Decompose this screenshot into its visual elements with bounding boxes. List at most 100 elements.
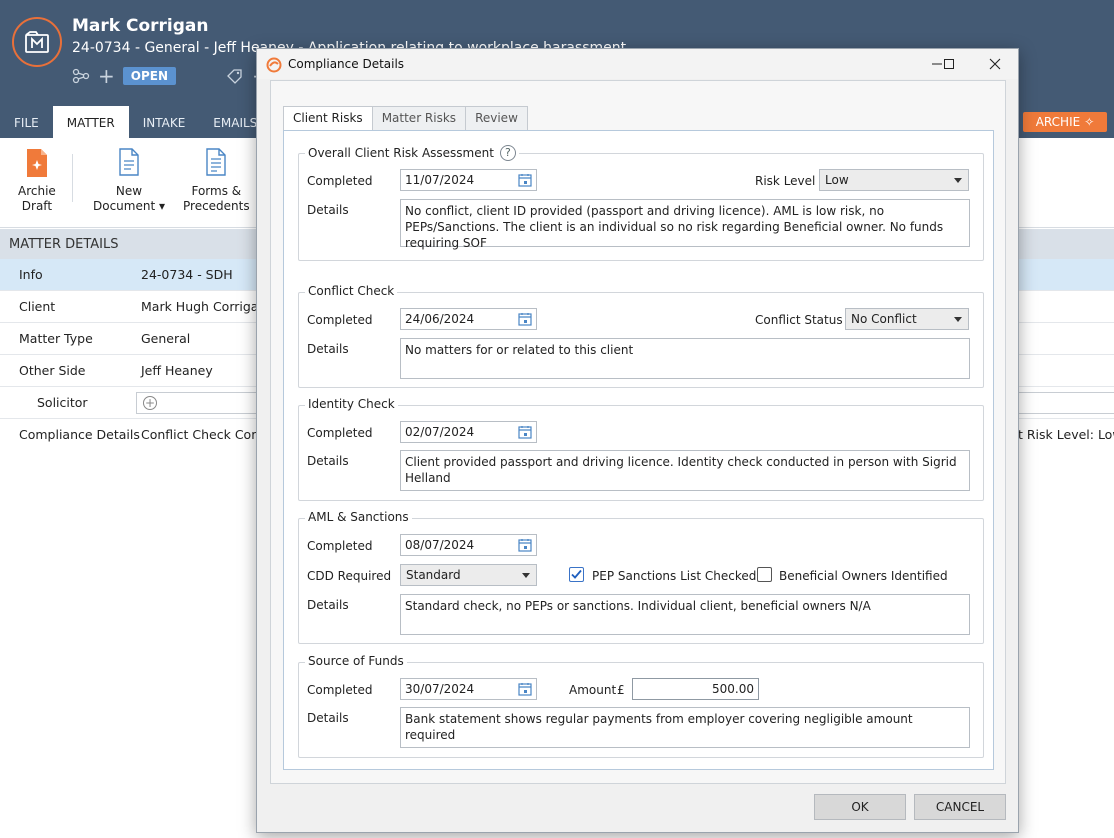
amount-input[interactable]: 500.00 bbox=[632, 678, 759, 700]
conflict-status-select[interactable]: No Conflict bbox=[845, 308, 969, 330]
overall-completed-date[interactable]: 11/07/2024 bbox=[400, 169, 537, 191]
details-label: Details bbox=[307, 711, 349, 725]
solicitor-input-right bbox=[1018, 392, 1114, 414]
client-risks-panel: Overall Client Risk Assessment ? Complet… bbox=[283, 130, 994, 770]
source-of-funds-group: Source of Funds Completed 30/07/2024 Amo… bbox=[298, 654, 984, 758]
archie-draft-label-2: Draft bbox=[21, 199, 53, 213]
tab-client-risks[interactable]: Client Risks bbox=[283, 106, 373, 132]
detail-value: Jeff Heaney bbox=[141, 363, 213, 378]
new-document-icon bbox=[119, 148, 139, 176]
dialog-title: Compliance Details bbox=[288, 57, 405, 71]
cancel-button[interactable]: CANCEL bbox=[914, 794, 1006, 820]
cdd-required-value: Standard bbox=[406, 568, 461, 582]
overall-risk-title: Overall Client Risk Assessment bbox=[308, 146, 494, 160]
new-document-button[interactable]: New Document ▾ bbox=[93, 148, 165, 214]
amount-label: Amount bbox=[569, 683, 617, 697]
ok-button[interactable]: OK bbox=[814, 794, 906, 820]
archie-draft-button[interactable]: Archie Draft bbox=[18, 148, 56, 214]
tab-matter[interactable]: MATTER bbox=[52, 106, 129, 138]
forms-precedents-button[interactable]: Forms & Precedents bbox=[183, 148, 250, 214]
pep-sanctions-label: PEP Sanctions List Checked bbox=[592, 569, 757, 583]
identity-completed-date[interactable]: 02/07/2024 bbox=[400, 421, 537, 443]
conflict-completed-date[interactable]: 24/06/2024 bbox=[400, 308, 537, 330]
close-icon[interactable] bbox=[984, 53, 1006, 75]
identity-details-textarea[interactable]: Client provided passport and driving lic… bbox=[400, 450, 970, 491]
sof-details-textarea[interactable]: Bank statement shows regular payments fr… bbox=[400, 707, 970, 748]
detail-label: Matter Type bbox=[19, 331, 93, 346]
archie-draft-label-1: Archie bbox=[18, 184, 56, 198]
tab-matter-risks[interactable]: Matter Risks bbox=[371, 106, 467, 130]
checkmark-icon bbox=[571, 569, 582, 579]
calendar-icon[interactable] bbox=[518, 538, 532, 552]
details-label: Details bbox=[307, 454, 349, 468]
chevron-down-icon bbox=[954, 317, 962, 322]
add-solicitor-icon[interactable]: + bbox=[143, 396, 157, 410]
tab-review[interactable]: Review bbox=[465, 106, 528, 130]
detail-value: 24-0734 - SDH bbox=[141, 267, 233, 282]
conflict-check-group: Conflict Check Completed 24/06/2024 Conf… bbox=[298, 284, 984, 388]
link-icon[interactable] bbox=[72, 68, 90, 84]
detail-label: Other Side bbox=[19, 363, 86, 378]
tag-icon[interactable] bbox=[226, 68, 244, 84]
date-value: 08/07/2024 bbox=[405, 538, 475, 552]
details-label: Details bbox=[307, 342, 349, 356]
archie-button-label: ARCHIE bbox=[1035, 115, 1081, 129]
forms-precedents-label-2: Precedents bbox=[183, 199, 250, 213]
detail-value: Mark Hugh Corrigan bbox=[141, 299, 267, 314]
overall-risk-group: Overall Client Risk Assessment ? Complet… bbox=[298, 145, 984, 261]
help-icon[interactable]: ? bbox=[499, 145, 516, 161]
status-badge: OPEN bbox=[122, 67, 177, 85]
detail-label: Info bbox=[19, 267, 43, 282]
tab-file[interactable]: FILE bbox=[0, 106, 53, 138]
new-document-label-1: New bbox=[115, 184, 143, 198]
source-of-funds-title: Source of Funds bbox=[305, 654, 407, 668]
detail-label: Compliance Details bbox=[19, 427, 140, 442]
details-label: Details bbox=[307, 598, 349, 612]
beneficial-owners-checkbox[interactable] bbox=[757, 567, 772, 582]
compliance-dialog: Compliance Details Client Risks Matter R… bbox=[256, 48, 1019, 833]
add-link-icon[interactable]: + bbox=[98, 66, 115, 86]
risk-level-select[interactable]: Low bbox=[819, 169, 969, 191]
archie-button[interactable]: ARCHIE ✧ bbox=[1023, 112, 1107, 132]
risk-level-value: Low bbox=[825, 173, 849, 187]
conflict-details-textarea[interactable]: No matters for or related to this client bbox=[400, 338, 970, 379]
forms-precedents-label-1: Forms & bbox=[191, 184, 242, 198]
ribbon-divider bbox=[72, 154, 73, 202]
chevron-down-icon bbox=[954, 178, 962, 183]
cdd-required-select[interactable]: Standard bbox=[400, 564, 537, 586]
calendar-icon[interactable] bbox=[518, 312, 532, 326]
overall-details-textarea[interactable]: No conflict, client ID provided (passpor… bbox=[400, 199, 970, 250]
conflict-status-label: Conflict Status bbox=[755, 313, 843, 327]
overall-risk-title-wrap: Overall Client Risk Assessment ? bbox=[305, 145, 519, 161]
sof-completed-date[interactable]: 30/07/2024 bbox=[400, 678, 537, 700]
calendar-icon[interactable] bbox=[518, 682, 532, 696]
detail-value-overflow: t Risk Level: Low | bbox=[1018, 427, 1114, 442]
aml-sanctions-title: AML & Sanctions bbox=[305, 510, 412, 524]
date-value: 30/07/2024 bbox=[405, 682, 475, 696]
details-label: Details bbox=[307, 203, 349, 217]
calendar-icon[interactable] bbox=[518, 173, 532, 187]
cdd-required-label: CDD Required bbox=[307, 569, 392, 583]
chevron-down-icon bbox=[522, 573, 530, 578]
detail-label: Solicitor bbox=[37, 395, 88, 410]
conflict-status-value: No Conflict bbox=[851, 312, 917, 326]
completed-label: Completed bbox=[307, 313, 373, 327]
solicitor-input[interactable]: + bbox=[136, 392, 266, 414]
currency-symbol: £ bbox=[617, 683, 625, 697]
detail-value: General bbox=[141, 331, 191, 346]
sparkle-icon: ✧ bbox=[1084, 115, 1095, 129]
dialog-body: Client Risks Matter Risks Review Overall… bbox=[270, 80, 1006, 784]
aml-completed-date[interactable]: 08/07/2024 bbox=[400, 534, 537, 556]
maximize-icon[interactable] bbox=[938, 53, 960, 75]
date-value: 24/06/2024 bbox=[405, 312, 475, 326]
identity-check-group: Identity Check Completed 02/07/2024 Deta… bbox=[298, 397, 984, 501]
client-name: Mark Corrigan bbox=[72, 16, 209, 36]
pep-sanctions-checkbox[interactable] bbox=[569, 567, 584, 582]
dialog-tabs: Client Risks Matter Risks Review bbox=[283, 106, 528, 132]
conflict-check-title: Conflict Check bbox=[305, 284, 398, 298]
identity-check-title: Identity Check bbox=[305, 397, 398, 411]
calendar-icon[interactable] bbox=[518, 425, 532, 439]
tab-intake[interactable]: INTAKE bbox=[129, 106, 200, 138]
forms-precedents-icon bbox=[206, 148, 227, 176]
aml-details-textarea[interactable]: Standard check, no PEPs or sanctions. In… bbox=[400, 594, 970, 635]
